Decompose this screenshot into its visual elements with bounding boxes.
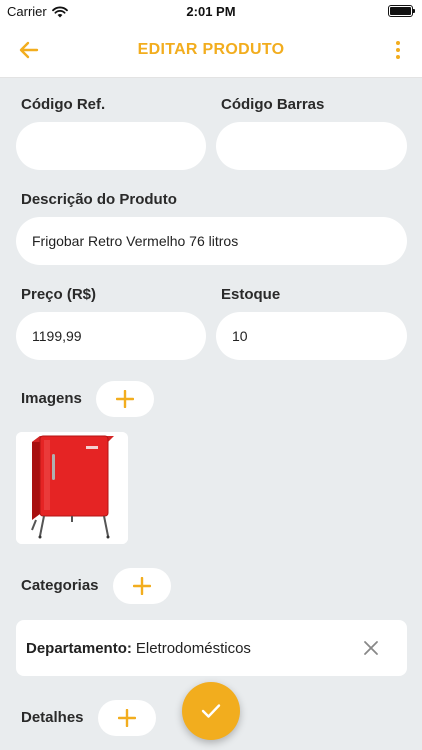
- add-category-button[interactable]: [113, 568, 171, 604]
- battery-icon: [388, 5, 415, 17]
- add-detail-button[interactable]: [98, 700, 156, 736]
- save-fab-button[interactable]: [182, 682, 240, 740]
- more-options-button[interactable]: [392, 38, 404, 62]
- preco-label: Preço (R$): [21, 286, 97, 303]
- estoque-label: Estoque: [221, 286, 281, 303]
- close-icon: [364, 641, 378, 655]
- estoque-field[interactable]: 10: [216, 312, 407, 360]
- category-item: Departamento: Eletrodomésticos: [16, 620, 407, 676]
- add-image-button[interactable]: [96, 381, 154, 417]
- codigo-ref-field[interactable]: [16, 122, 206, 170]
- plus-icon: [118, 709, 136, 727]
- page-title: EDITAR PRODUTO: [137, 41, 285, 58]
- plus-icon: [116, 390, 134, 408]
- categorias-label: Categorias: [21, 577, 99, 594]
- preco-value: 1199,99: [32, 328, 82, 344]
- navigation-bar: EDITAR PRODUTO: [0, 22, 422, 78]
- codigo-barras-label: Código Barras: [221, 96, 325, 113]
- product-image-thumbnail[interactable]: [16, 432, 128, 544]
- preco-field[interactable]: 1199,99: [16, 312, 206, 360]
- mini-fridge-image: [16, 432, 128, 544]
- imagens-label: Imagens: [21, 390, 82, 407]
- codigo-barras-field[interactable]: [216, 122, 407, 170]
- category-key: Departamento:: [26, 639, 132, 657]
- plus-icon: [133, 577, 151, 595]
- category-value: Eletrodomésticos: [135, 639, 251, 657]
- codigo-ref-label: Código Ref.: [21, 96, 106, 113]
- descricao-field[interactable]: Frigobar Retro Vermelho 76 litros: [16, 217, 407, 265]
- estoque-value: 10: [232, 328, 248, 344]
- detalhes-label: Detalhes: [21, 709, 84, 726]
- more-vertical-icon: [396, 41, 400, 45]
- remove-category-button[interactable]: [361, 638, 381, 658]
- status-time: 2:01 PM: [186, 4, 236, 19]
- descricao-value: Frigobar Retro Vermelho 76 litros: [32, 233, 239, 249]
- check-icon: [201, 704, 221, 718]
- status-bar: Carrier 2:01 PM: [0, 0, 422, 22]
- descricao-label: Descrição do Produto: [21, 191, 177, 208]
